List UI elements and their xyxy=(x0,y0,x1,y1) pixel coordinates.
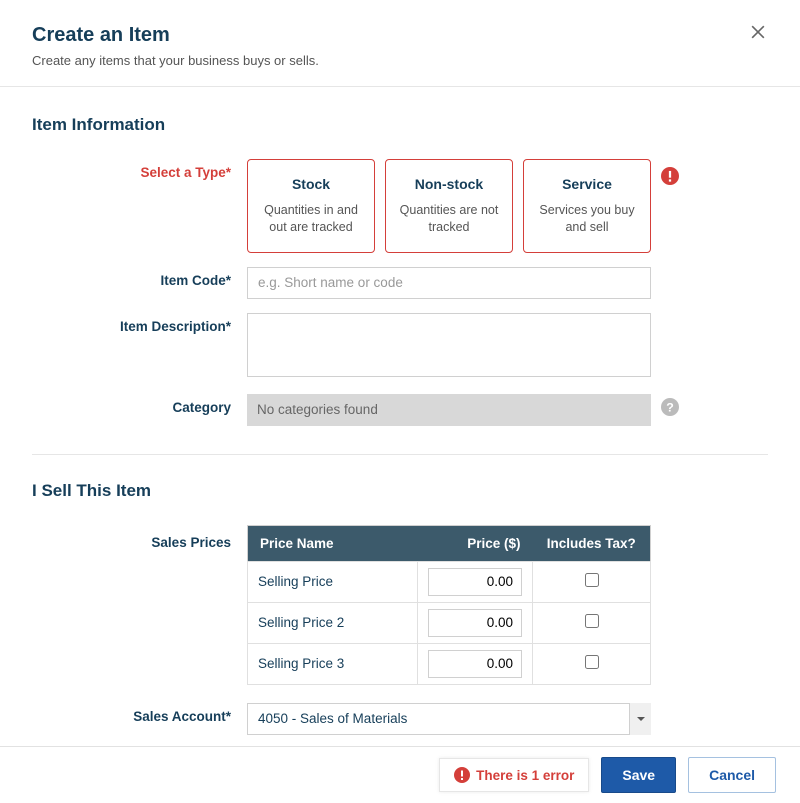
error-icon xyxy=(454,767,470,783)
price-input[interactable] xyxy=(428,650,522,678)
type-cards: Stock Quantities in and out are tracked … xyxy=(247,159,651,253)
help-icon[interactable]: ? xyxy=(661,398,679,416)
dialog-footer: There is 1 error Save Cancel xyxy=(0,746,800,803)
sales-account-select[interactable]: 4050 - Sales of Materials xyxy=(247,703,651,735)
table-row: Selling Price 2 xyxy=(248,602,651,643)
label-sales-prices: Sales Prices xyxy=(32,525,247,550)
type-card-desc: Quantities are not tracked xyxy=(394,202,504,236)
dialog-header: Create an Item Create any items that you… xyxy=(0,0,800,87)
sales-prices-table: Price Name Price ($) Includes Tax? Selli… xyxy=(247,525,651,685)
includes-tax-checkbox[interactable] xyxy=(585,573,599,587)
close-button[interactable] xyxy=(748,22,772,46)
footer-error-text: There is 1 error xyxy=(476,768,574,783)
includes-tax-checkbox[interactable] xyxy=(585,655,599,669)
col-price-name: Price Name xyxy=(248,525,418,561)
row-item-code: Item Code* xyxy=(32,267,768,299)
save-button[interactable]: Save xyxy=(601,757,676,793)
cancel-button[interactable]: Cancel xyxy=(688,757,776,793)
close-icon xyxy=(748,22,768,42)
chevron-down-icon xyxy=(629,703,651,735)
dialog-body[interactable]: Item Information Select a Type* Stock Qu… xyxy=(0,87,800,746)
svg-text:?: ? xyxy=(666,400,674,414)
col-price: Price ($) xyxy=(418,525,533,561)
item-description-input[interactable] xyxy=(247,313,651,377)
price-name-cell: Selling Price 2 xyxy=(248,602,418,643)
label-sales-account: Sales Account* xyxy=(32,703,247,724)
type-card-non-stock[interactable]: Non-stock Quantities are not tracked xyxy=(385,159,513,253)
type-card-title: Stock xyxy=(256,176,366,192)
type-card-desc: Services you buy and sell xyxy=(532,202,642,236)
row-item-description: Item Description* xyxy=(32,313,768,380)
category-field: No categories found xyxy=(247,394,651,426)
row-sales-account: Sales Account* 4050 - Sales of Materials xyxy=(32,703,768,735)
section-divider xyxy=(32,454,768,455)
row-sales-prices: Sales Prices Price Name Price ($) Includ… xyxy=(32,525,768,685)
sales-account-value: 4050 - Sales of Materials xyxy=(247,703,651,735)
type-card-title: Non-stock xyxy=(394,176,504,192)
section-item-information-title: Item Information xyxy=(32,115,768,135)
footer-error-banner[interactable]: There is 1 error xyxy=(439,758,589,792)
col-includes-tax: Includes Tax? xyxy=(533,525,651,561)
price-name-cell: Selling Price 3 xyxy=(248,643,418,684)
dialog-subtitle: Create any items that your business buys… xyxy=(32,53,768,68)
type-cards-wrap: Stock Quantities in and out are tracked … xyxy=(247,159,651,253)
label-item-description: Item Description* xyxy=(32,313,247,334)
price-name-cell: Selling Price xyxy=(248,561,418,602)
dialog-title: Create an Item xyxy=(32,24,768,47)
label-category: Category xyxy=(32,394,247,415)
section-sell-title: I Sell This Item xyxy=(32,481,768,501)
type-card-stock[interactable]: Stock Quantities in and out are tracked xyxy=(247,159,375,253)
table-row: Selling Price 3 xyxy=(248,643,651,684)
type-card-service[interactable]: Service Services you buy and sell xyxy=(523,159,651,253)
type-card-title: Service xyxy=(532,176,642,192)
includes-tax-checkbox[interactable] xyxy=(585,614,599,628)
error-icon xyxy=(661,167,679,185)
type-card-desc: Quantities in and out are tracked xyxy=(256,202,366,236)
table-row: Selling Price xyxy=(248,561,651,602)
row-select-type: Select a Type* Stock Quantities in and o… xyxy=(32,159,768,253)
label-item-code: Item Code* xyxy=(32,267,247,288)
item-code-input[interactable] xyxy=(247,267,651,299)
price-input[interactable] xyxy=(428,568,522,596)
create-item-dialog: Create an Item Create any items that you… xyxy=(0,0,800,803)
row-category: Category No categories found ? xyxy=(32,394,768,426)
price-input[interactable] xyxy=(428,609,522,637)
label-select-type: Select a Type* xyxy=(32,159,247,180)
